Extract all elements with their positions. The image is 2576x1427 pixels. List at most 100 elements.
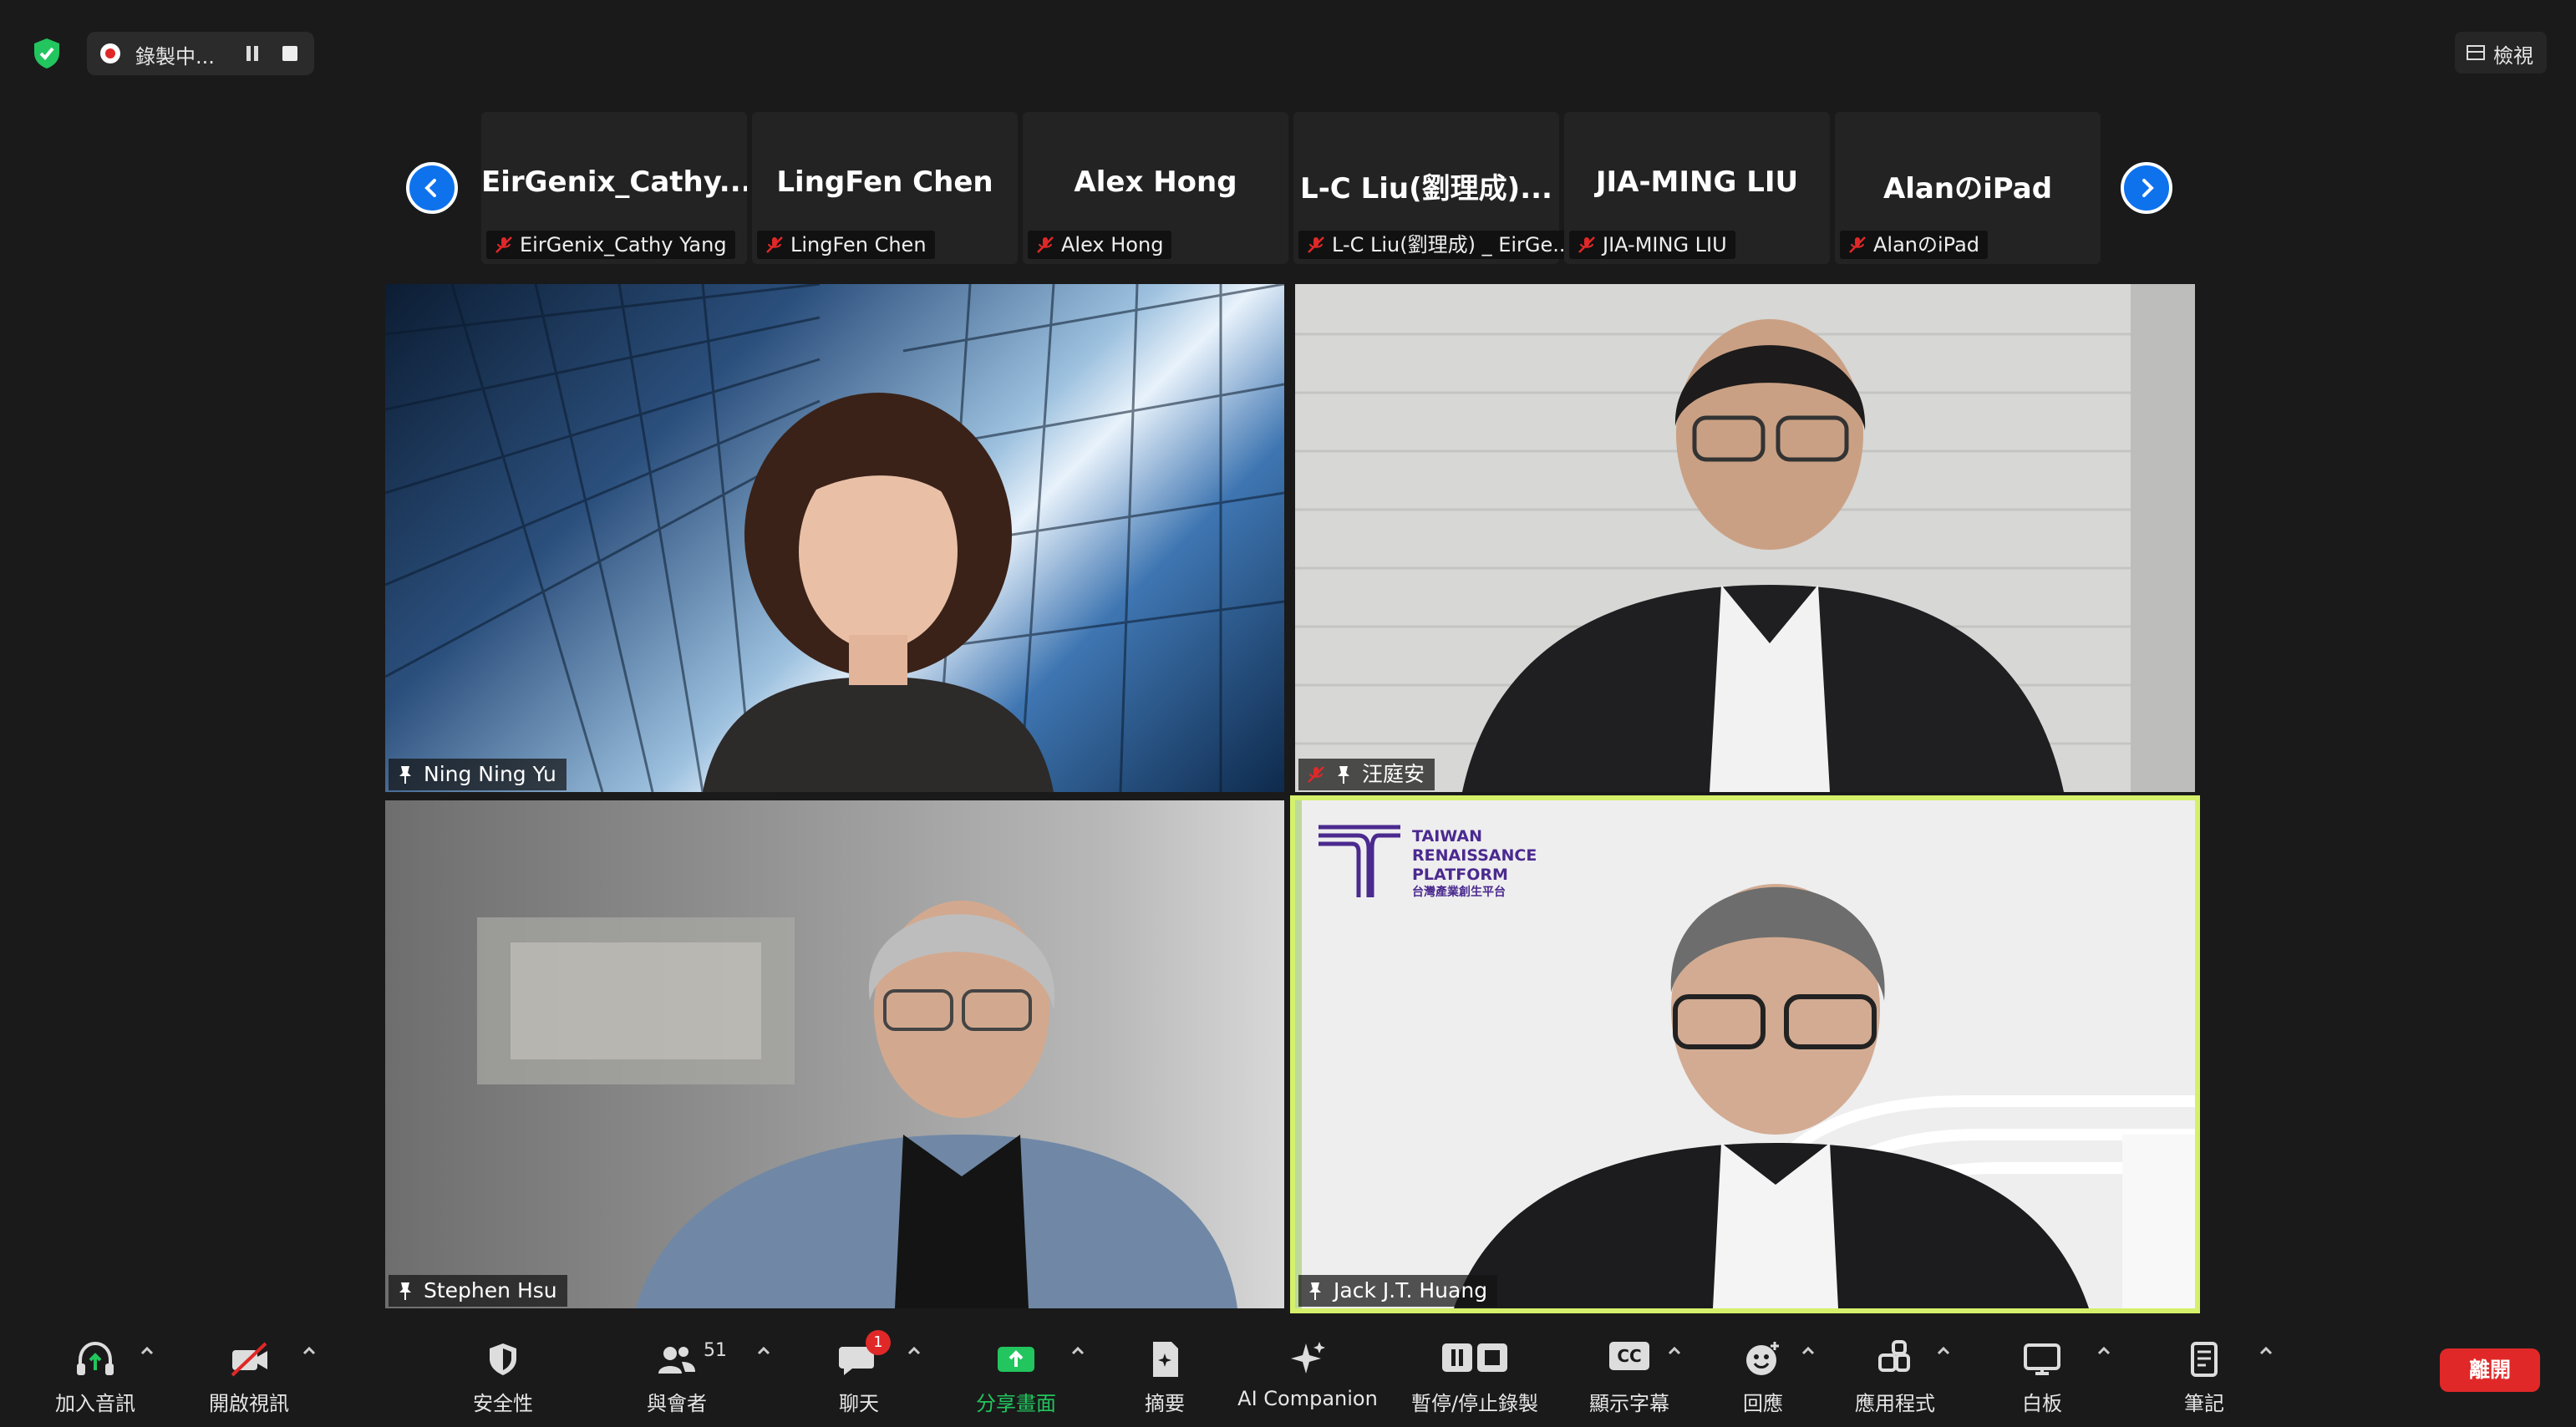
headphones-icon: [77, 1341, 114, 1375]
filmstrip-tile[interactable]: JIA-MING LIU JIA-MING LIU: [1564, 112, 1830, 264]
reactions-button[interactable]: 回應: [1713, 1322, 1813, 1427]
chat-button[interactable]: 1 聊天: [809, 1322, 909, 1427]
video-name-label: Ning Ning Yu: [389, 759, 567, 790]
reactions-options-caret-icon[interactable]: [1800, 1345, 1816, 1357]
filmstrip-tile[interactable]: AlanのiPad AlanのiPad: [1835, 112, 2101, 264]
participants-options-caret-icon[interactable]: [755, 1345, 772, 1357]
participant-sub-name: LingFen Chen: [790, 233, 927, 256]
view-button-label: 檢視: [2493, 44, 2533, 68]
recording-status-text: 錄製中...: [135, 45, 215, 69]
join-audio-label: 加入音訊: [55, 1392, 135, 1415]
chevron-right-icon: [2142, 179, 2154, 197]
muted-mic-icon: [495, 236, 512, 253]
start-video-label: 開啟視訊: [209, 1392, 289, 1415]
share-screen-button[interactable]: 分享畫面: [966, 1322, 1066, 1427]
participant-display-name: AlanのiPad: [1882, 172, 2053, 206]
chat-unread-badge: 1: [866, 1330, 891, 1355]
stop-recording-icon[interactable]: [282, 46, 297, 61]
join-audio-button[interactable]: 加入音訊: [45, 1322, 145, 1427]
participant-sub-name: Alex Hong: [1061, 233, 1164, 256]
top-bar: 錄製中... 檢視: [0, 0, 2576, 100]
participant-sub-name: AlanのiPad: [1873, 233, 1980, 256]
audio-options-caret-icon[interactable]: [139, 1345, 155, 1357]
pause-recording-icon[interactable]: [242, 44, 262, 63]
security-label: 安全性: [473, 1392, 533, 1415]
captions-options-caret-icon[interactable]: [1666, 1345, 1683, 1357]
logo-text-line: RENAISSANCE: [1412, 846, 1537, 865]
encryption-shield-icon[interactable]: [32, 37, 74, 70]
pause-stop-recording-label: 暫停/停止錄製: [1410, 1392, 1539, 1415]
participant-sub-name: L-C Liu(劉理成) _ EirGe...: [1332, 233, 1573, 256]
video-name-label: Stephen Hsu: [389, 1275, 567, 1307]
participant-name-label: Alex Hong: [1028, 231, 1172, 259]
apps-options-caret-icon[interactable]: [1935, 1345, 1952, 1357]
video-tile-jack-huang-active-speaker[interactable]: TAIWAN RENAISSANCE PLATFORM 台灣產業創生平台 Jac…: [1290, 795, 2200, 1313]
closed-captions-icon: CC: [1609, 1342, 1649, 1370]
meeting-toolbar: 加入音訊 開啟視訊 安全性 51 與會者 1 聊天 分享畫面 摘要 AI Com…: [0, 1322, 2576, 1427]
share-screen-label: 分享畫面: [976, 1392, 1056, 1415]
participant-name-label: JIA-MING LIU: [1569, 231, 1735, 259]
filmstrip-tile[interactable]: LingFen Chen LingFen Chen: [752, 112, 1018, 264]
reactions-label: 回應: [1743, 1392, 1783, 1415]
notes-button[interactable]: 筆記: [2154, 1322, 2254, 1427]
ai-sparkle-icon: [1291, 1342, 1325, 1374]
muted-mic-icon: [1578, 236, 1595, 253]
video-name: 汪庭安: [1362, 762, 1425, 786]
pause-stop-recording-button[interactable]: 暫停/停止錄製: [1404, 1322, 1546, 1427]
start-video-button[interactable]: 開啟視訊: [199, 1322, 299, 1427]
participant-display-name: LingFen Chen: [776, 165, 993, 199]
taiwan-renaissance-platform-logo: TAIWAN RENAISSANCE PLATFORM 台灣產業創生平台: [1317, 824, 1567, 916]
participant-sub-name: JIA-MING LIU: [1603, 233, 1727, 256]
view-button[interactable]: 檢視: [2455, 32, 2547, 74]
muted-mic-icon: [1308, 236, 1324, 253]
captions-button[interactable]: CC 顯示字幕: [1579, 1322, 1679, 1427]
ai-companion-button[interactable]: AI Companion: [1237, 1322, 1379, 1427]
participants-count: 51: [704, 1340, 727, 1361]
pin-icon: [399, 1282, 411, 1300]
video-name: Jack J.T. Huang: [1334, 1278, 1488, 1303]
video-tile-wang[interactable]: 汪庭安: [1295, 284, 2195, 792]
participant-display-name: Alex Hong: [1074, 165, 1237, 199]
reactions-emoji-icon: [1746, 1342, 1779, 1375]
whiteboard-options-caret-icon[interactable]: [2096, 1345, 2112, 1357]
leave-meeting-button[interactable]: 離開: [2440, 1348, 2540, 1392]
video-off-icon: [231, 1342, 267, 1377]
participant-name-label: L-C Liu(劉理成) _ EirGe...: [1298, 231, 1581, 259]
filmstrip-tile[interactable]: Alex Hong Alex Hong: [1023, 112, 1288, 264]
security-button[interactable]: 安全性: [453, 1322, 553, 1427]
prev-page-button[interactable]: [406, 162, 458, 214]
video-name-label: Jack J.T. Huang: [1298, 1275, 1498, 1307]
pin-icon: [1309, 1282, 1321, 1300]
next-page-button[interactable]: [2121, 162, 2172, 214]
video-options-caret-icon[interactable]: [301, 1345, 318, 1357]
participant-display-name: JIA-MING LIU: [1595, 165, 1799, 199]
pin-icon: [1338, 766, 1349, 784]
notes-options-caret-icon[interactable]: [2258, 1345, 2274, 1357]
grid-view-icon: [2467, 45, 2485, 60]
participant-sub-name: EirGenix_Cathy Yang: [520, 233, 727, 256]
participant-name-label: LingFen Chen: [757, 231, 935, 259]
summary-label: 摘要: [1145, 1392, 1185, 1415]
video-tile-ning-ning-yu[interactable]: Ning Ning Yu: [385, 284, 1284, 792]
chat-options-caret-icon[interactable]: [906, 1345, 922, 1357]
person-video-feed: [477, 901, 1237, 1308]
apps-button[interactable]: 應用程式: [1845, 1322, 1945, 1427]
security-shield-icon: [490, 1343, 516, 1375]
video-tile-stephen-hsu[interactable]: Stephen Hsu: [385, 800, 1284, 1308]
filmstrip-tile[interactable]: L-C Liu(劉理成)... L-C Liu(劉理成) _ EirGe...: [1293, 112, 1581, 264]
filmstrip-tile[interactable]: EirGenix_Cathy... EirGenix_Cathy Yang: [481, 112, 747, 264]
muted-mic-icon: [1849, 236, 1866, 253]
ai-companion-label: AI Companion: [1237, 1387, 1378, 1410]
notes-label: 筆記: [2184, 1392, 2224, 1415]
notes-icon: [2191, 1342, 2218, 1377]
muted-mic-icon: [1308, 766, 1324, 783]
pin-icon: [399, 766, 411, 784]
summary-button[interactable]: 摘要: [1115, 1322, 1215, 1427]
muted-mic-icon: [766, 236, 783, 253]
participants-button[interactable]: 51 與會者: [627, 1322, 727, 1427]
chat-label: 聊天: [839, 1392, 879, 1415]
whiteboard-icon: [2024, 1343, 2060, 1375]
share-options-caret-icon[interactable]: [1070, 1345, 1086, 1357]
participant-name-label: EirGenix_Cathy Yang: [486, 231, 735, 259]
whiteboard-button[interactable]: 白板: [1992, 1322, 2092, 1427]
